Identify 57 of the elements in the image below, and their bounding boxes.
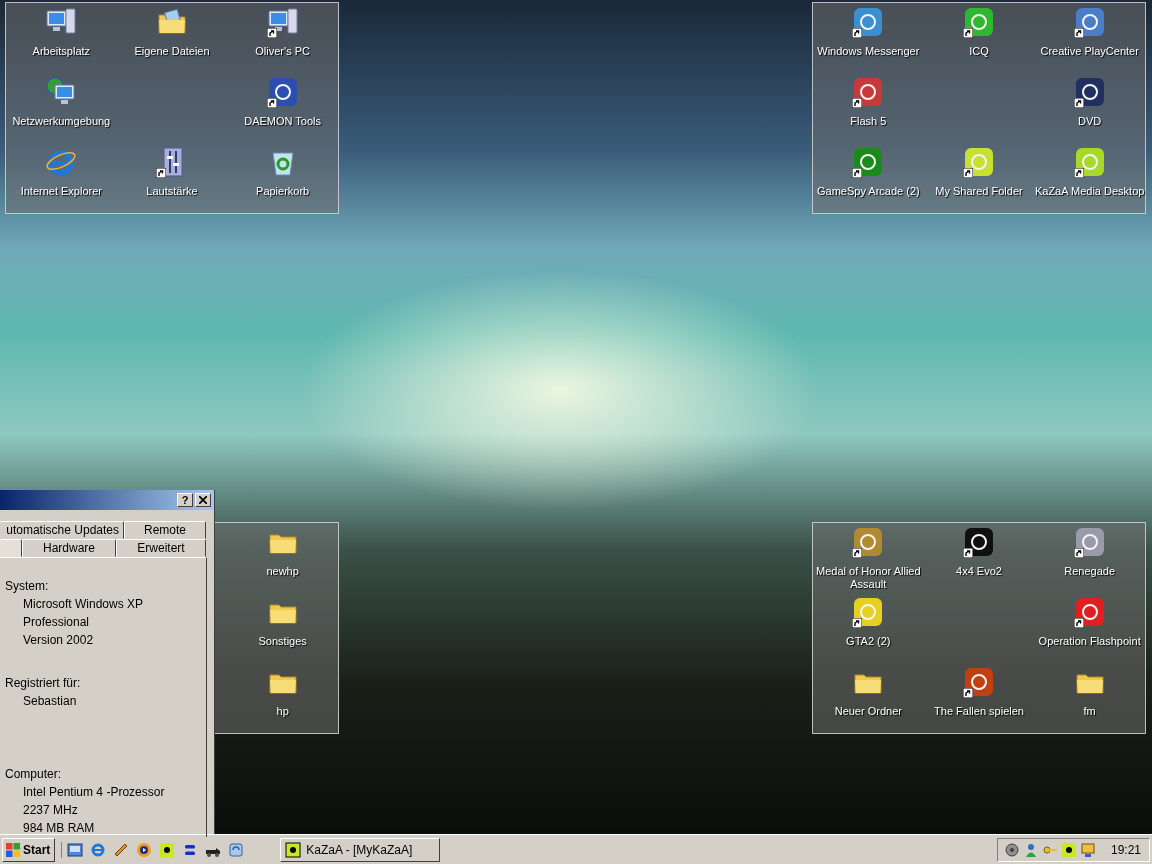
tab[interactable]: utomatische Updates [0, 521, 124, 539]
desktop-icon-label[interactable]: GameSpy Arcade (2) [816, 185, 920, 198]
app-icon[interactable] [159, 841, 176, 858]
desktop-icon-label[interactable]: Renegade [1064, 565, 1116, 578]
desktop-icon-label[interactable]: Neuer Ordner [834, 705, 902, 718]
close-icon [199, 496, 207, 504]
desktop-icon-label[interactable]: Internet Explorer [20, 185, 102, 198]
app-icon[interactable] [1060, 841, 1077, 858]
section-heading: System: [5, 578, 50, 595]
tab[interactable]: Hardware [22, 539, 116, 557]
windows-flag-icon [5, 841, 21, 858]
info-text: Intel Pentium 4 -Prozessor [22, 784, 166, 801]
media-player-icon[interactable] [136, 841, 153, 858]
browser-icon[interactable] [90, 841, 107, 858]
section-heading: Registriert für: [5, 675, 82, 692]
desktop-icon-label[interactable]: 4x4 Evo2 [956, 565, 1002, 578]
info-text: Professional [22, 614, 91, 631]
desktop-icon-label[interactable]: hp [276, 705, 289, 718]
section-heading: Computer: [5, 766, 63, 783]
start-button[interactable]: Start [2, 837, 56, 862]
desktop-icon-label[interactable]: Oliver's PC [255, 45, 310, 58]
desktop-icon-label[interactable]: Sonstiges [258, 635, 307, 648]
info-text: Version 2002 [22, 632, 95, 649]
desktop-icon-label[interactable]: Medal of Honor Allied Assault [813, 565, 924, 591]
info-text: 984 MB RAM [22, 820, 96, 837]
desktop-icon-label[interactable]: DAEMON Tools [244, 115, 322, 128]
desktop-icon-label[interactable]: My Shared Folder [935, 185, 1023, 198]
show-desktop-icon[interactable] [67, 841, 84, 858]
help-button[interactable]: ? [177, 493, 193, 507]
desktop-icon-label[interactable]: Eigene Dateien [134, 45, 210, 58]
desktop-icon-label[interactable]: ICQ [969, 45, 989, 58]
desktop-icon-label[interactable]: Flash 5 [850, 115, 887, 128]
tab[interactable]: Erweitert [116, 539, 206, 557]
tab[interactable]: Remote [124, 521, 206, 539]
monitor-icon[interactable] [1079, 841, 1096, 858]
app-icon [285, 841, 302, 858]
desktop-icon-label[interactable]: GTA2 (2) [846, 635, 891, 648]
desktop-icon-label[interactable]: DVD [1078, 115, 1102, 128]
speaker-icon[interactable] [1003, 841, 1020, 858]
clock: 19:21 [1110, 842, 1141, 857]
taskbar-button[interactable]: KaZaA - [MyKaZaA] [280, 837, 441, 862]
desktop-icon-label[interactable]: Netzwerkumgebung [12, 115, 111, 128]
tab[interactable] [0, 539, 22, 557]
desktop-icon-label[interactable]: KaZaA Media Desktop [1034, 185, 1145, 198]
desktop-icon-label[interactable]: fm [1083, 705, 1096, 718]
close-button[interactable] [195, 493, 211, 507]
desktop-icon-label[interactable]: Windows Messenger [817, 45, 920, 58]
info-text: Microsoft Windows XP [22, 596, 145, 613]
desktop-icon-label[interactable]: Creative PlayCenter [1040, 45, 1139, 58]
desktop-icon-label[interactable]: Papierkorb [256, 185, 310, 198]
desktop-icon-label[interactable]: Operation Flashpoint [1038, 635, 1141, 648]
info-text: 2237 MHz [22, 802, 79, 819]
desktop-icon-label[interactable]: The Fallen spielen [934, 705, 1024, 718]
desktop-icon-label[interactable]: newhp [266, 565, 299, 578]
desktop-icon-label[interactable]: Arbeitsplatz [32, 45, 91, 58]
info-text: Sebastian [22, 693, 78, 710]
desktop-icon-label[interactable]: Lautstärke [146, 185, 198, 198]
